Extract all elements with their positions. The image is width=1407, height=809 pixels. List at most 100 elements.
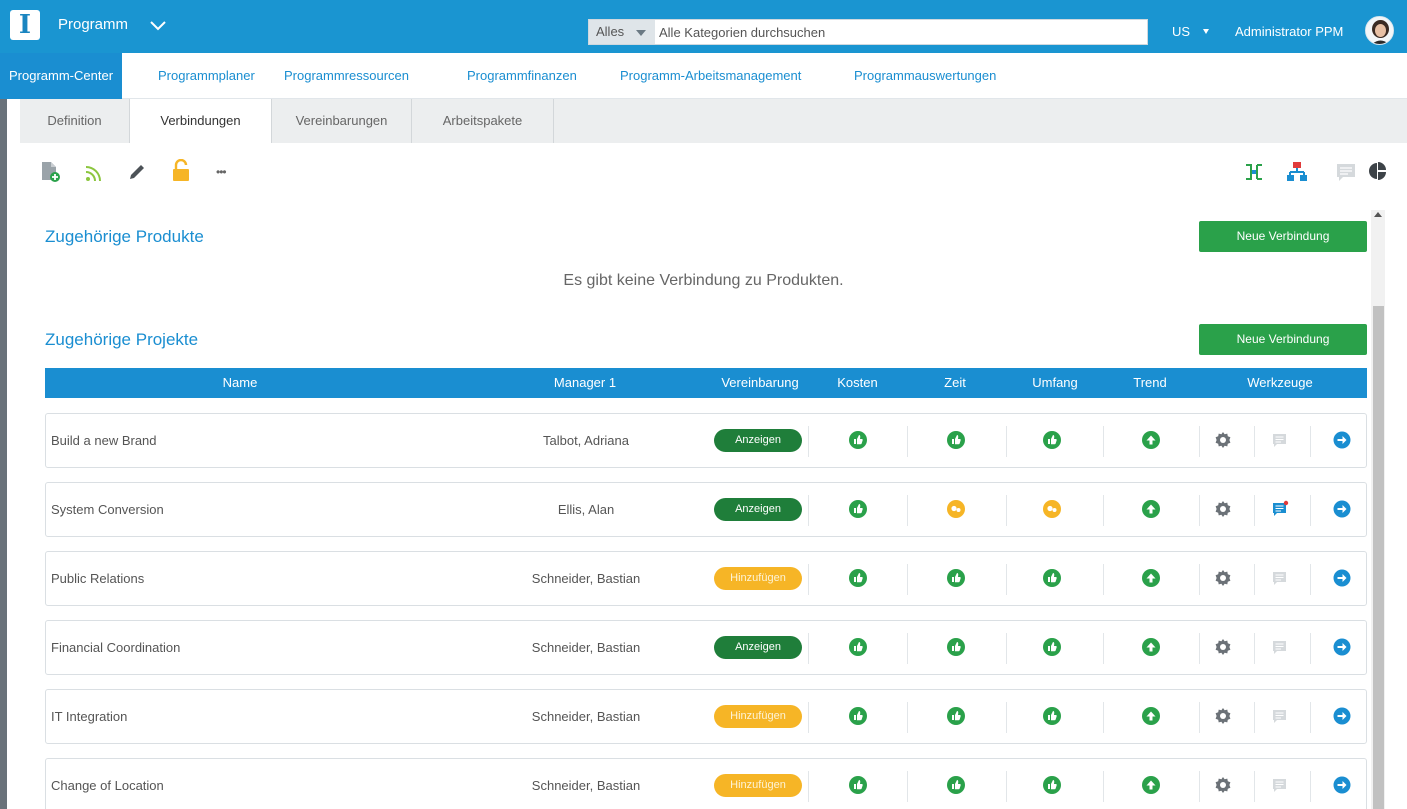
gear-icon[interactable] xyxy=(1214,707,1232,725)
time-status-icon xyxy=(947,431,965,449)
column-header-time[interactable]: Zeit xyxy=(910,368,1000,398)
column-divider xyxy=(1006,564,1007,595)
open-arrow-icon[interactable] xyxy=(1333,500,1351,518)
column-divider xyxy=(1254,771,1255,802)
column-header-manager[interactable]: Manager 1 xyxy=(465,368,705,398)
table-row[interactable]: IT Integration Schneider, Bastian Hinzuf… xyxy=(45,689,1367,744)
edit-pencil-icon[interactable] xyxy=(127,162,147,182)
pie-chart-icon[interactable] xyxy=(1368,161,1386,181)
gear-icon[interactable] xyxy=(1214,431,1232,449)
user-menu[interactable]: Administrator PPM xyxy=(1235,24,1343,39)
no-products-message: Es gibt keine Verbindung zu Produkten. xyxy=(563,272,844,289)
search-scope-select[interactable]: Alles xyxy=(589,20,655,44)
column-divider xyxy=(907,495,908,526)
rss-feed-icon[interactable] xyxy=(84,163,104,183)
gear-icon[interactable] xyxy=(1214,776,1232,794)
gear-icon[interactable] xyxy=(1214,569,1232,587)
new-document-icon[interactable] xyxy=(40,160,64,184)
comment-icon[interactable] xyxy=(1271,569,1289,587)
locale-select[interactable]: US xyxy=(1172,24,1190,39)
project-manager: Schneider, Bastian xyxy=(531,640,641,655)
hierarchy-icon[interactable] xyxy=(1286,160,1308,184)
column-header-scope[interactable]: Umfang xyxy=(1005,368,1105,398)
time-status-icon xyxy=(947,638,965,656)
scrollbar-thumb[interactable] xyxy=(1373,306,1384,809)
column-header-cost[interactable]: Kosten xyxy=(815,368,900,398)
tab-arbeitspakete[interactable]: Arbeitspakete xyxy=(412,99,554,143)
nav-programmressourcen[interactable]: Programmressourcen xyxy=(284,53,409,99)
app-logo[interactable]: I xyxy=(10,10,40,40)
tab-verbindungen[interactable]: Verbindungen xyxy=(130,99,272,145)
column-divider xyxy=(1199,633,1200,664)
agreement-button[interactable]: Anzeigen xyxy=(714,636,802,659)
nav-programmplaner[interactable]: Programmplaner xyxy=(158,53,255,99)
column-divider xyxy=(1254,702,1255,733)
nav-programm-arbeitsmanagement[interactable]: Programm-Arbeitsmanagement xyxy=(620,53,801,99)
cost-status-icon xyxy=(849,776,867,794)
nav-programm-center[interactable]: Programm-Center xyxy=(0,53,123,99)
comment-icon[interactable] xyxy=(1271,776,1289,794)
column-divider xyxy=(1103,633,1104,664)
table-row[interactable]: Public Relations Schneider, Bastian Hinz… xyxy=(45,551,1367,606)
agreement-button[interactable]: Hinzufügen xyxy=(714,774,802,797)
agreement-button[interactable]: Anzeigen xyxy=(714,429,802,452)
tab-vereinbarungen[interactable]: Vereinbarungen xyxy=(272,99,412,143)
open-arrow-icon[interactable] xyxy=(1333,569,1351,587)
tab-definition[interactable]: Definition xyxy=(20,99,130,143)
project-name[interactable]: IT Integration xyxy=(51,690,127,743)
gear-icon[interactable] xyxy=(1214,500,1232,518)
avatar[interactable] xyxy=(1365,16,1394,45)
nav-programmauswertungen[interactable]: Programmauswertungen xyxy=(854,53,996,99)
column-divider xyxy=(1310,771,1311,802)
column-divider xyxy=(1103,564,1104,595)
column-divider xyxy=(808,426,809,457)
open-arrow-icon[interactable] xyxy=(1333,638,1351,656)
agreement-button[interactable]: Hinzufügen xyxy=(714,705,802,728)
search-scope-label: Alles xyxy=(596,24,625,39)
new-project-connection-button[interactable]: Neue Verbindung xyxy=(1199,324,1367,355)
column-header-trend[interactable]: Trend xyxy=(1105,368,1195,398)
lock-open-icon[interactable] xyxy=(171,159,191,183)
column-divider xyxy=(1310,426,1311,457)
column-divider xyxy=(1310,495,1311,526)
scroll-up-arrow-icon[interactable] xyxy=(1374,212,1382,217)
comment-icon[interactable] xyxy=(1271,638,1289,656)
table-row[interactable]: Financial Coordination Schneider, Bastia… xyxy=(45,620,1367,675)
trend-up-icon xyxy=(1142,431,1160,449)
trend-up-icon xyxy=(1142,500,1160,518)
column-divider xyxy=(1103,426,1104,457)
column-header-name[interactable]: Name xyxy=(45,368,435,398)
dependency-icon[interactable] xyxy=(1243,161,1265,183)
table-row[interactable]: System Conversion Ellis, Alan Anzeigen xyxy=(45,482,1367,537)
project-name[interactable]: Build a new Brand xyxy=(51,414,157,467)
nav-programmfinanzen[interactable]: Programmfinanzen xyxy=(467,53,577,99)
open-arrow-icon[interactable] xyxy=(1333,776,1351,794)
left-edge-strip xyxy=(0,99,7,809)
chevron-down-icon[interactable] xyxy=(147,14,169,36)
more-options-icon[interactable]: ••• xyxy=(216,165,227,179)
project-name[interactable]: Change of Location xyxy=(51,759,164,809)
table-row[interactable]: Build a new Brand Talbot, Adriana Anzeig… xyxy=(45,413,1367,468)
agreement-button[interactable]: Anzeigen xyxy=(714,498,802,521)
new-product-connection-button[interactable]: Neue Verbindung xyxy=(1199,221,1367,252)
column-divider xyxy=(1310,633,1311,664)
search-input[interactable] xyxy=(659,20,1144,44)
gear-icon[interactable] xyxy=(1214,638,1232,656)
table-row[interactable]: Change of Location Schneider, Bastian Hi… xyxy=(45,758,1367,809)
column-divider xyxy=(907,771,908,802)
project-name[interactable]: System Conversion xyxy=(51,483,164,536)
app-title[interactable]: Programm xyxy=(58,16,128,33)
project-name[interactable]: Financial Coordination xyxy=(51,621,180,674)
column-divider xyxy=(1310,564,1311,595)
comment-icon[interactable] xyxy=(1271,500,1289,518)
comment-icon[interactable] xyxy=(1271,707,1289,725)
open-arrow-icon[interactable] xyxy=(1333,707,1351,725)
column-header-agreement[interactable]: Vereinbarung xyxy=(705,368,815,398)
trend-up-icon xyxy=(1142,707,1160,725)
open-arrow-icon[interactable] xyxy=(1333,431,1351,449)
projects-table-header: Name Manager 1 Vereinbarung Kosten Zeit … xyxy=(45,368,1367,398)
comment-icon[interactable] xyxy=(1271,431,1289,449)
comments-icon[interactable] xyxy=(1335,162,1357,182)
project-name[interactable]: Public Relations xyxy=(51,552,144,605)
agreement-button[interactable]: Hinzufügen xyxy=(714,567,802,590)
